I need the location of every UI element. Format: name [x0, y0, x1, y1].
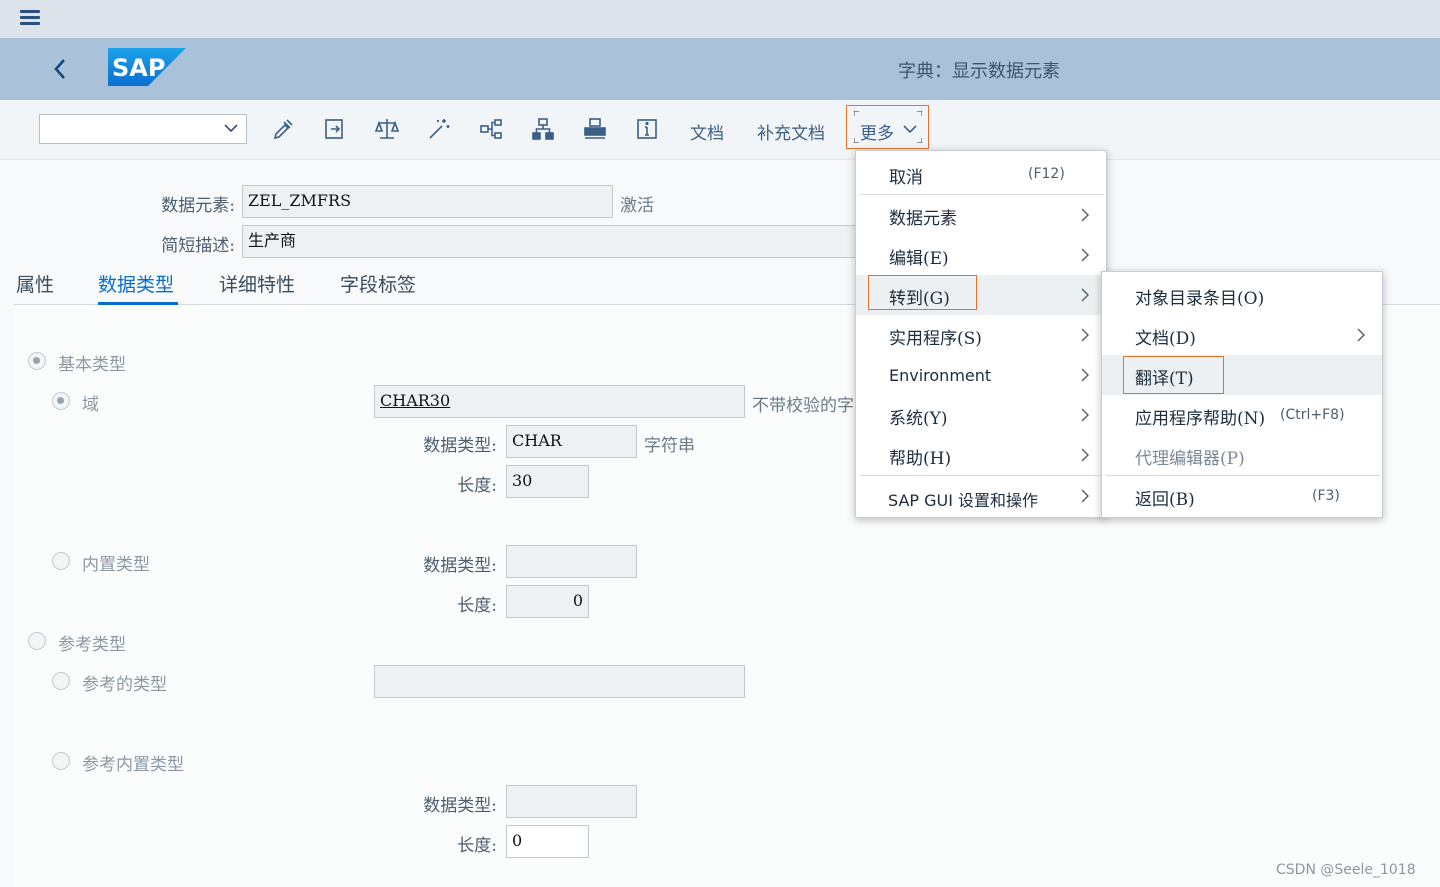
more-label: 更多 [860, 124, 894, 144]
tab-attributes[interactable]: 属性 [16, 270, 54, 297]
menu-item-data-element[interactable]: 数据元素 [856, 195, 1106, 235]
builtin-length-label: 长度: [457, 596, 497, 616]
ref-length-field[interactable]: 0 [506, 825, 589, 858]
chevron-left-icon [54, 59, 65, 79]
menu-item-sapgui-settings[interactable]: SAP GUI 设置和操作 [856, 476, 1106, 516]
more-menu: 取消 (F12) 数据元素 编辑(E) 转到(G) 实用程序(S) Enviro… [855, 150, 1107, 518]
builtin-type-radio[interactable] [52, 552, 70, 570]
length-label: 长度: [457, 476, 497, 496]
ref-type-radio[interactable] [28, 632, 46, 650]
menu-item-help[interactable]: 帮助(H) [856, 435, 1106, 475]
datatype-label: 数据类型: [423, 436, 497, 456]
ref-type-of-label: 参考的类型 [82, 675, 167, 695]
tab-data-type[interactable]: 数据类型 [98, 270, 174, 297]
goto-submenu: 对象目录条目(O) 文档(D) 翻译(T) 应用程序帮助(N) (Ctrl+F8… [1101, 271, 1383, 518]
basic-type-label: 基本类型 [58, 355, 126, 375]
menu-item-environment[interactable]: Environment [856, 355, 1106, 395]
ref-length-label: 长度: [457, 836, 497, 856]
builtin-datatype-field[interactable] [506, 545, 637, 578]
chevron-down-icon[interactable] [222, 118, 240, 138]
balance-icon[interactable] [374, 116, 400, 142]
length-field[interactable]: 30 [506, 465, 589, 498]
basic-type-radio[interactable] [28, 352, 46, 370]
magic-wand-icon[interactable] [426, 116, 452, 142]
switch-icon[interactable] [322, 116, 348, 142]
menu-item-cancel[interactable]: 取消 (F12) [856, 154, 1106, 194]
ref-datatype-label: 数据类型: [423, 796, 497, 816]
builtin-length-field[interactable]: 0 [506, 585, 589, 618]
domain-label: 域 [82, 395, 99, 415]
domain-description: 不带校验的字 [752, 396, 854, 416]
status-text: 激活 [620, 196, 654, 216]
hierarchy-icon[interactable] [478, 116, 504, 142]
print-icon[interactable] [582, 116, 608, 142]
ref-type-label: 参考类型 [58, 635, 126, 655]
svg-text:SAP: SAP [112, 54, 165, 82]
supp-doc-button[interactable]: 补充文档 [757, 119, 825, 144]
submenu-item-app-help[interactable]: 应用程序帮助(N) (Ctrl+F8) [1102, 395, 1382, 435]
chevron-right-icon [1081, 248, 1089, 262]
ref-builtin-radio[interactable] [52, 752, 70, 770]
info-icon[interactable] [634, 116, 660, 142]
org-chart-icon[interactable] [530, 116, 556, 142]
submenu-item-documentation[interactable]: 文档(D) [1102, 315, 1382, 355]
menu-item-goto[interactable]: 转到(G) [856, 275, 1106, 315]
ref-type-of-radio[interactable] [52, 672, 70, 690]
page-title: 字典：显示数据元素 [898, 61, 1060, 82]
glasses-pencil-icon[interactable] [270, 116, 296, 142]
datatype-field[interactable]: CHAR [506, 425, 637, 458]
back-button[interactable] [48, 54, 74, 84]
doc-button[interactable]: 文档 [690, 119, 724, 144]
sap-logo: SAP [108, 48, 186, 86]
short-desc-label: 简短描述: [161, 236, 235, 256]
chevron-right-icon [1081, 489, 1089, 503]
chevron-right-icon [1081, 288, 1089, 302]
menu-item-system[interactable]: 系统(Y) [856, 395, 1106, 435]
submenu-item-object-directory[interactable]: 对象目录条目(O) [1102, 275, 1382, 315]
data-element-label: 数据元素: [161, 196, 235, 216]
short-desc-field[interactable]: 生产商 [242, 225, 862, 258]
title-bar [0, 38, 1440, 100]
domain-field[interactable]: CHAR30 [374, 385, 745, 418]
data-element-field[interactable]: ZEL_ZMFRS [242, 185, 613, 218]
chevron-right-icon [1081, 408, 1089, 422]
builtin-datatype-label: 数据类型: [423, 556, 497, 576]
hamburger-icon[interactable] [20, 10, 40, 26]
ref-builtin-label: 参考内置类型 [82, 755, 184, 775]
menu-item-edit[interactable]: 编辑(E) [856, 235, 1106, 275]
ref-type-field[interactable] [374, 665, 745, 698]
submenu-item-back[interactable]: 返回(B) (F3) [1102, 476, 1382, 516]
builtin-type-label: 内置类型 [82, 555, 150, 575]
active-tab-indicator [98, 302, 178, 305]
submenu-item-proxy-editor: 代理编辑器(P) [1135, 449, 1245, 469]
chevron-right-icon [1081, 208, 1089, 222]
shell-bar [0, 0, 1440, 38]
chevron-right-icon [1081, 328, 1089, 342]
chevron-right-icon [1357, 328, 1365, 342]
chevron-right-icon [1081, 368, 1089, 382]
tab-field-label[interactable]: 字段标签 [340, 270, 416, 297]
menu-item-utilities[interactable]: 实用程序(S) [856, 315, 1106, 355]
chevron-right-icon [1081, 448, 1089, 462]
command-field[interactable] [39, 114, 247, 144]
submenu-item-translation[interactable]: 翻译(T) [1102, 355, 1382, 395]
datatype-description: 字符串 [644, 436, 695, 456]
watermark-text: CSDN @Seele_1018 [1276, 862, 1416, 878]
chevron-down-icon [901, 120, 919, 138]
domain-radio[interactable] [52, 392, 70, 410]
tab-further-characteristics[interactable]: 详细特性 [219, 270, 295, 297]
ref-datatype-field[interactable] [506, 785, 637, 818]
